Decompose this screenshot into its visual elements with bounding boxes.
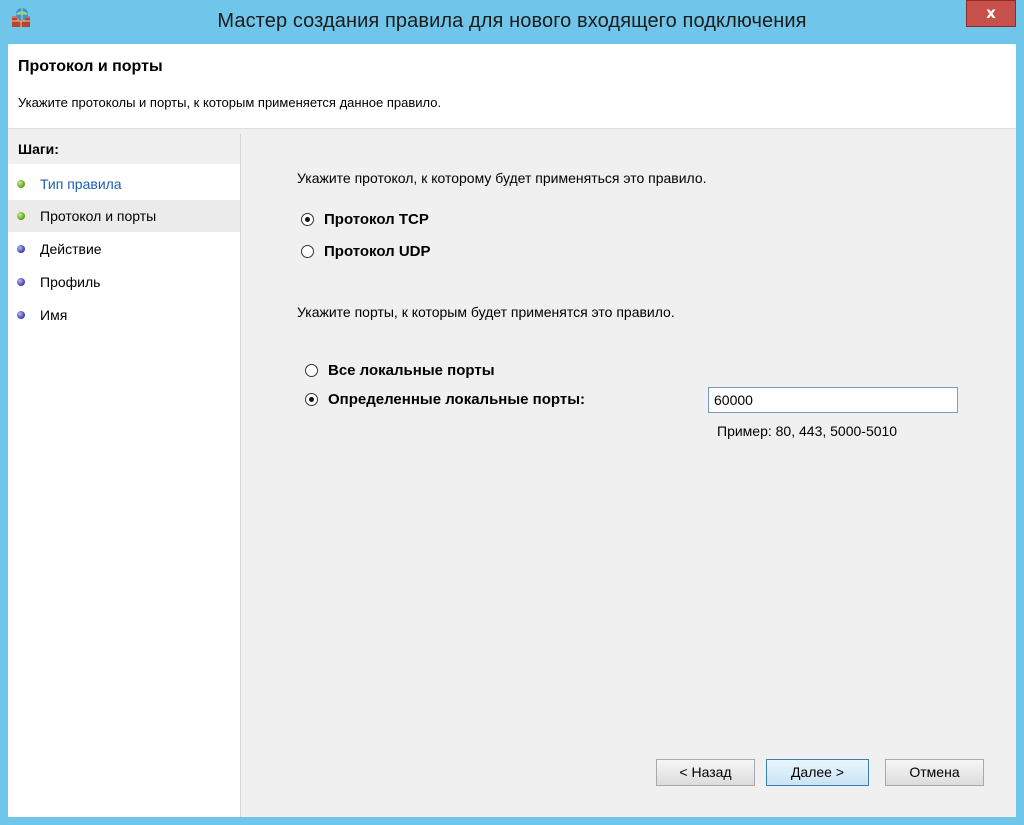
step-label: Действие bbox=[40, 241, 102, 257]
page-title: Протокол и порты bbox=[18, 58, 163, 75]
udp-radio[interactable] bbox=[301, 245, 314, 258]
steps-panel: Шаги: Тип правила Протокол и порты Дейст… bbox=[8, 134, 241, 817]
ports-example: Пример: 80, 443, 5000-5010 bbox=[717, 423, 898, 439]
cancel-button[interactable]: Отмена bbox=[885, 759, 984, 786]
step-pending-icon bbox=[17, 278, 25, 286]
window-title: Мастер создания правила для нового входя… bbox=[217, 10, 807, 32]
main-content: Укажите протокол, к которому будет приме… bbox=[246, 134, 1016, 817]
step-label: Протокол и порты bbox=[40, 208, 157, 224]
step-action: Действие bbox=[8, 233, 240, 265]
back-button[interactable]: < Назад bbox=[656, 759, 755, 786]
page-header: Протокол и порты Укажите протоколы и пор… bbox=[8, 44, 1016, 129]
udp-label[interactable]: Протокол UDP bbox=[324, 243, 431, 260]
step-profile: Профиль bbox=[8, 266, 240, 298]
step-pending-icon bbox=[17, 245, 25, 253]
specific-ports-label[interactable]: Определенные локальные порты: bbox=[328, 391, 585, 408]
step-current-icon bbox=[17, 212, 25, 220]
all-ports-label[interactable]: Все локальные порты bbox=[328, 362, 495, 379]
protocol-prompt: Укажите протокол, к которому будет приме… bbox=[297, 170, 707, 186]
next-button[interactable]: Далее > bbox=[766, 759, 869, 786]
step-rule-type[interactable]: Тип правила bbox=[8, 168, 240, 200]
wizard-window: Мастер создания правила для нового входя… bbox=[0, 0, 1024, 825]
close-button[interactable]: x bbox=[966, 0, 1016, 27]
specific-ports-radio[interactable] bbox=[305, 393, 318, 406]
step-label: Профиль bbox=[40, 274, 101, 290]
tcp-radio[interactable] bbox=[301, 213, 314, 226]
step-pending-icon bbox=[17, 311, 25, 319]
step-label: Тип правила bbox=[40, 176, 122, 192]
step-done-icon bbox=[17, 180, 25, 188]
step-name: Имя bbox=[8, 299, 240, 331]
ports-prompt: Укажите порты, к которым будет применятс… bbox=[297, 304, 675, 320]
steps-title: Шаги: bbox=[8, 134, 240, 164]
tcp-label[interactable]: Протокол TCP bbox=[324, 211, 429, 228]
step-label: Имя bbox=[40, 307, 68, 323]
title-bar[interactable]: Мастер создания правила для нового входя… bbox=[0, 0, 1024, 44]
ports-input[interactable]: 60000 bbox=[708, 387, 958, 413]
page-subtitle: Укажите протоколы и порты, к которым при… bbox=[18, 95, 442, 110]
wizard-client: Протокол и порты Укажите протоколы и пор… bbox=[8, 44, 1016, 817]
all-ports-radio[interactable] bbox=[305, 364, 318, 377]
step-protocol-ports: Протокол и порты bbox=[8, 200, 240, 232]
